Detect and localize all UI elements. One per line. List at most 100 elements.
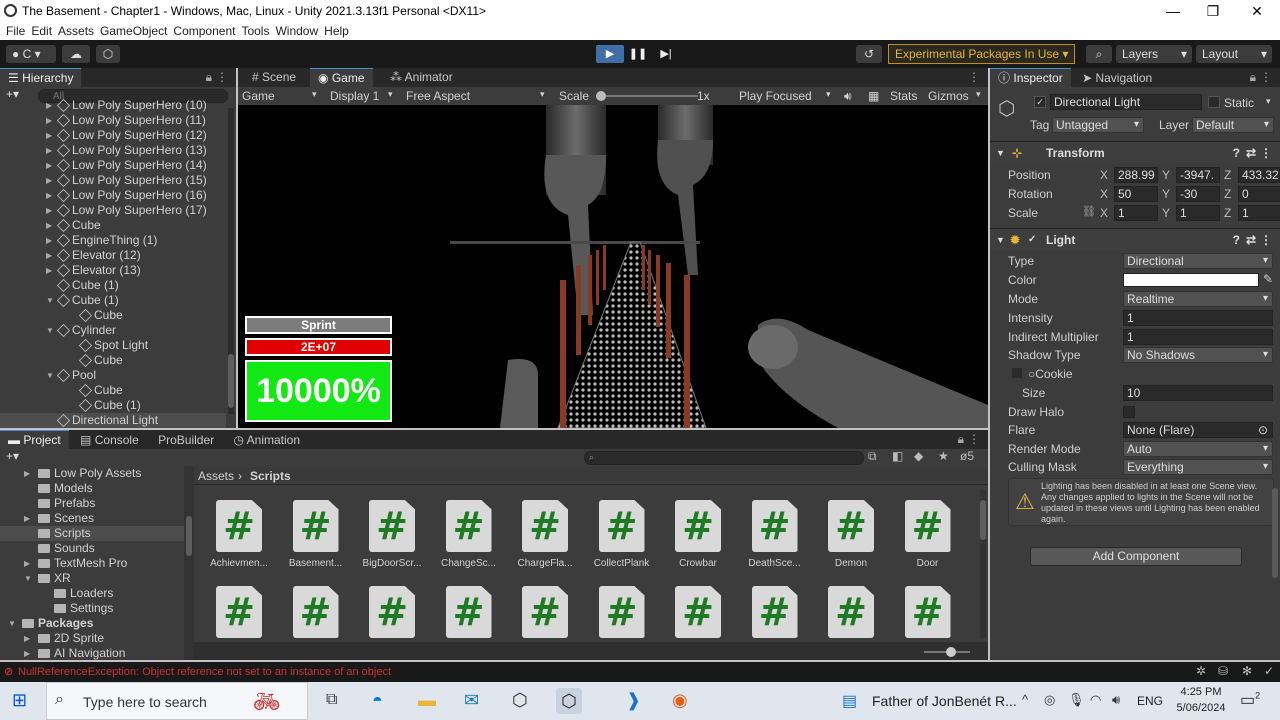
culling-dropdown[interactable]: Everything xyxy=(1123,459,1273,475)
menu-help[interactable]: Help xyxy=(318,22,349,38)
menu-file[interactable]: File xyxy=(0,22,25,38)
tab-hierarchy[interactable]: ☰ Hierarchy xyxy=(0,68,82,87)
collapsed-arrow-icon[interactable]: ▶ xyxy=(46,263,52,278)
script-asset[interactable]: # Basement... xyxy=(279,500,353,569)
hierarchy-item[interactable]: ▶ Low Poly SuperHero (15) xyxy=(0,173,226,188)
menu-window[interactable]: Window xyxy=(269,22,318,38)
hierarchy-item[interactable]: Cube xyxy=(0,353,226,368)
script-asset[interactable]: # xyxy=(279,586,353,640)
news-icon[interactable]: ▤ xyxy=(842,691,857,711)
experimental-packages-button[interactable]: Experimental Packages In Use ▾ xyxy=(888,44,1076,64)
script-asset[interactable]: # xyxy=(202,586,276,640)
menu-assets[interactable]: Assets xyxy=(52,22,94,38)
label-icon[interactable]: ◆ xyxy=(914,449,923,463)
eyedropper-icon[interactable]: ✎ xyxy=(1263,272,1273,286)
task-view-icon[interactable]: ⧉ xyxy=(326,691,337,709)
position-y-field[interactable]: -3947. xyxy=(1176,167,1220,183)
scroll-thumb[interactable] xyxy=(980,500,986,540)
hierarchy-item[interactable]: ▶ Low Poly SuperHero (13) xyxy=(0,143,226,158)
hierarchy-item[interactable]: ▶ Elevator (12) xyxy=(0,248,226,263)
mode-dropdown[interactable]: Realtime xyxy=(1123,291,1273,307)
hierarchy-item[interactable]: Cube (1) xyxy=(0,278,226,293)
collapsed-arrow-icon[interactable]: ▶ xyxy=(46,158,52,173)
collapsed-arrow-icon[interactable]: ▶ xyxy=(46,233,52,248)
slider-thumb[interactable] xyxy=(596,91,606,101)
microphone-icon[interactable]: 🎙︎ xyxy=(1068,692,1085,708)
script-asset[interactable]: # Door xyxy=(891,500,965,569)
blender-icon[interactable]: ◉ xyxy=(672,690,688,711)
collapsed-arrow-icon[interactable]: ▶ xyxy=(24,556,30,571)
tab-project[interactable]: ▬ Project xyxy=(0,430,69,449)
more-icon[interactable]: ⋮ xyxy=(1260,229,1272,251)
tab-animation[interactable]: ◷ Animation xyxy=(225,431,308,450)
tab-inspector[interactable]: ⓘ Inspector xyxy=(990,68,1071,87)
script-asset[interactable]: # xyxy=(738,586,812,640)
scale-y-field[interactable]: 1 xyxy=(1176,205,1220,221)
presets-icon[interactable]: ⇄ xyxy=(1246,229,1256,251)
layers-dropdown[interactable]: Layers ▾ xyxy=(1116,45,1192,63)
play-button[interactable]: ▶ xyxy=(596,45,624,63)
rotation-z-field[interactable]: 0 xyxy=(1238,186,1280,202)
hierarchy-item[interactable]: ▶ Low Poly SuperHero (11) xyxy=(0,113,226,128)
hierarchy-item[interactable]: ▶ Low Poly SuperHero (10) xyxy=(0,98,226,113)
scale-x-field[interactable]: 1 xyxy=(1114,205,1158,221)
script-asset[interactable]: # Crowbar xyxy=(661,500,735,569)
cache-icon[interactable]: ⛁ xyxy=(1218,664,1228,678)
vscode-icon[interactable]: ❱ xyxy=(626,690,641,711)
script-asset[interactable]: # xyxy=(585,586,659,640)
project-folder-item[interactable]: Settings xyxy=(0,601,184,616)
project-folder-item[interactable]: ▶ 2D Sprite xyxy=(0,631,184,646)
lock-icon[interactable]: 🔒︎ xyxy=(958,432,964,447)
expanded-arrow-icon[interactable]: ▼ xyxy=(46,368,54,383)
rotation-y-field[interactable]: -30 xyxy=(1176,186,1220,202)
scale-z-field[interactable]: 1 xyxy=(1238,205,1280,221)
hierarchy-item[interactable]: ▶ Cube xyxy=(0,218,226,233)
expanded-arrow-icon[interactable]: ▼ xyxy=(46,293,54,308)
minimize-button[interactable]: — xyxy=(1158,2,1188,20)
language-indicator[interactable]: ENG xyxy=(1137,694,1163,708)
hierarchy-item[interactable]: ▶ Low Poly SuperHero (17) xyxy=(0,203,226,218)
error-message[interactable]: NullReferenceException: Object reference… xyxy=(18,666,391,678)
collapsed-arrow-icon[interactable]: ▶ xyxy=(46,173,52,188)
lock-icon[interactable]: 🔒︎ xyxy=(1250,70,1256,85)
render-dropdown[interactable]: Auto xyxy=(1123,441,1273,457)
tab-scene[interactable]: # Scene xyxy=(244,68,304,87)
project-folder-item[interactable]: ▶ Low Poly Assets xyxy=(0,466,184,481)
add-component-button[interactable]: Add Component xyxy=(1030,547,1242,566)
maximize-button[interactable]: ❐ xyxy=(1198,2,1228,20)
favorite-icon[interactable]: ★ xyxy=(938,449,949,463)
collapsed-arrow-icon[interactable]: ▶ xyxy=(24,511,30,526)
hierarchy-item[interactable]: Cube (1) xyxy=(0,398,226,413)
more-icon[interactable]: ⋮ xyxy=(1260,142,1272,164)
status-check-icon[interactable]: ✓ xyxy=(1264,664,1274,678)
close-button[interactable]: ✕ xyxy=(1242,2,1272,20)
hierarchy-item[interactable]: Cube xyxy=(0,383,226,398)
help-icon[interactable]: ? xyxy=(1233,229,1240,251)
hidden-count-icon[interactable]: ø5 xyxy=(960,449,974,463)
slider-thumb[interactable] xyxy=(946,647,956,657)
scroll-thumb[interactable] xyxy=(228,354,234,408)
menu-tools[interactable]: Tools xyxy=(235,22,269,38)
scroll-thumb[interactable] xyxy=(186,516,192,556)
collab-icon[interactable]: ⬡ xyxy=(96,45,120,63)
hierarchy-item[interactable]: ▼ Pool xyxy=(0,368,226,383)
hierarchy-item[interactable]: ▶ Low Poly SuperHero (12) xyxy=(0,128,226,143)
light-enabled-checkbox[interactable]: ✓ xyxy=(1028,229,1036,251)
progress-icon[interactable]: ✻ xyxy=(1242,664,1252,678)
file-explorer-icon[interactable]: ▬ xyxy=(418,690,436,711)
grid-scrollbar[interactable] xyxy=(980,490,986,638)
position-x-field[interactable]: 288.99 xyxy=(1114,167,1158,183)
unity-editor-icon[interactable]: ⬡ xyxy=(556,688,582,714)
collapsed-arrow-icon[interactable]: ▶ xyxy=(46,218,52,233)
inspector-scrollbar[interactable] xyxy=(1272,488,1278,578)
project-search-input[interactable]: ⌕ xyxy=(584,451,864,465)
edge-icon[interactable]: ◓ xyxy=(372,690,383,711)
hierarchy-item[interactable]: Directional Light xyxy=(0,413,226,428)
hierarchy-item[interactable]: ▶ Low Poly SuperHero (16) xyxy=(0,188,226,203)
hierarchy-item[interactable]: ▶ Low Poly SuperHero (14) xyxy=(0,158,226,173)
tab-probuilder[interactable]: ProBuilder xyxy=(150,431,222,450)
script-asset[interactable]: # xyxy=(508,586,582,640)
search-icon[interactable]: ⌕ xyxy=(1086,45,1112,63)
hierarchy-item[interactable]: Cube xyxy=(0,308,226,323)
rotation-x-field[interactable]: 50 xyxy=(1114,186,1158,202)
